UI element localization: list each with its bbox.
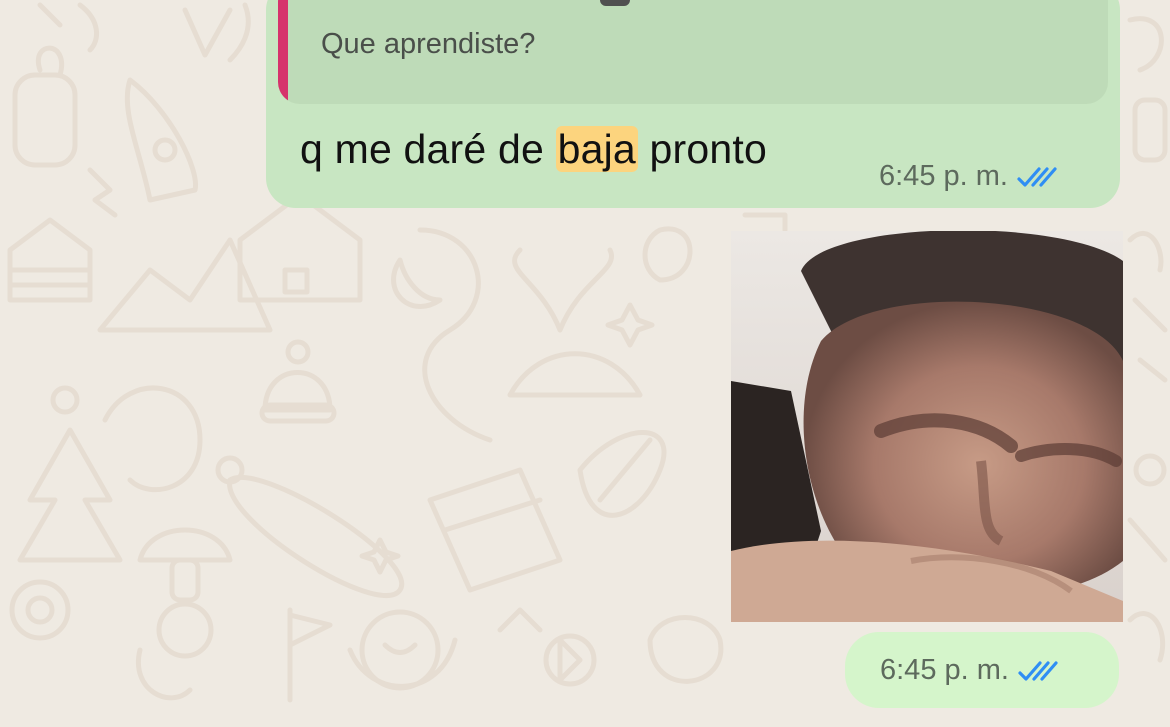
photo-thumbnail: [731, 231, 1123, 622]
quoted-media-icon: [600, 0, 630, 6]
quoted-message-text: Que aprendiste?: [321, 28, 536, 60]
outgoing-message-bubble[interactable]: Que aprendiste? q me daré de baja pronto…: [266, 0, 1120, 208]
search-highlight: baja: [555, 126, 638, 172]
image-message[interactable]: [731, 231, 1123, 622]
message-text-after: pronto: [637, 126, 767, 172]
message-text-before: q me daré de: [300, 126, 556, 172]
image-meta-bubble: 6:45 p. m.: [845, 632, 1119, 708]
image-message-time: 6:45 p. m.: [880, 654, 1009, 686]
message-meta: 6:45 p. m.: [879, 160, 1060, 193]
quote-accent-bar: [278, 0, 288, 104]
double-check-icon: [1017, 166, 1057, 187]
quoted-message[interactable]: Que aprendiste?: [278, 0, 1108, 104]
image-message-meta: 6:45 p. m.: [880, 654, 1061, 687]
double-check-icon: [1018, 660, 1058, 681]
message-text: q me daré de baja pronto: [300, 126, 767, 173]
message-time: 6:45 p. m.: [879, 160, 1008, 192]
